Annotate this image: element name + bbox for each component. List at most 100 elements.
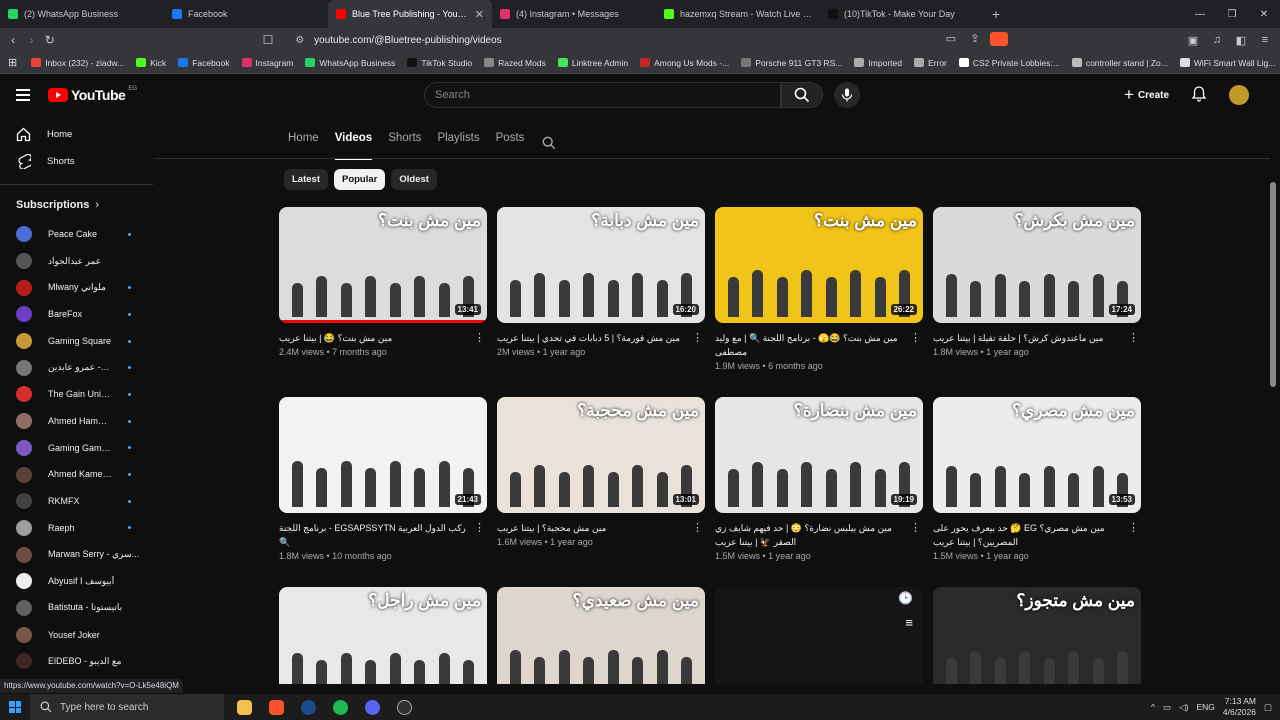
sidebar-subscription-item[interactable]: Gaming Gambler xyxy=(0,435,153,462)
bookmark-item[interactable]: Kick xyxy=(130,58,172,68)
menu-hamburger-icon[interactable] xyxy=(16,89,30,101)
video-thumbnail[interactable]: مين مش محجبة؟ 13:01 xyxy=(497,397,705,513)
video-title[interactable]: ركب الدول العربية EGSAPSSYTN - برنامج ال… xyxy=(279,521,487,549)
channel-tab[interactable]: Playlists xyxy=(437,132,479,154)
bookmark-item[interactable]: CS2 Private Lobbies:... xyxy=(953,58,1066,68)
language-indicator[interactable]: ENG xyxy=(1196,702,1214,712)
sidebar-subscription-item[interactable]: Yousef Joker xyxy=(0,621,153,648)
forward-icon[interactable]: › xyxy=(22,33,40,47)
tray-chevron-icon[interactable]: ^ xyxy=(1151,702,1155,712)
more-actions-icon[interactable]: ⋮ xyxy=(910,521,921,535)
video-title[interactable]: مين مش فورمة؟ | 5 دبابات في تحدي | بيتنا… xyxy=(497,331,705,345)
bookmark-item[interactable]: Linktree Admin xyxy=(552,58,634,68)
sidebar-subscription-item[interactable]: حكاوي - عمرو عابدين xyxy=(0,354,153,381)
file-explorer-icon[interactable] xyxy=(232,694,256,720)
more-actions-icon[interactable]: ⋮ xyxy=(910,331,921,345)
notifications-bell-icon[interactable] xyxy=(1191,86,1207,107)
back-icon[interactable]: ‹ xyxy=(4,33,22,47)
video-thumbnail[interactable]: مين مش بنت؟ 26:22 xyxy=(715,207,923,323)
sort-chip[interactable]: Popular xyxy=(333,169,386,190)
network-icon[interactable]: ▭ xyxy=(1163,702,1171,713)
notifications-icon[interactable]: ▢ xyxy=(1264,702,1272,713)
browser-tab[interactable]: Facebook xyxy=(164,0,328,28)
video-thumbnail[interactable]: مين مش دبابة؟ 16:20 xyxy=(497,207,705,323)
bookmark-item[interactable]: Facebook xyxy=(172,58,235,68)
sort-chip[interactable]: Latest xyxy=(284,169,328,190)
sidebar-subscription-item[interactable]: Abyusif I أبيوسف xyxy=(0,568,153,595)
video-card[interactable]: مين مش بكرش؟ 17:24 مين ماعندوش كرش؟ | حلقة… xyxy=(933,207,1141,359)
sort-chip[interactable]: Oldest xyxy=(391,169,437,190)
sidebar-subscription-item[interactable]: Peace Cake xyxy=(0,221,153,248)
voice-search-button[interactable] xyxy=(834,82,860,108)
taskbar-clock[interactable]: 7:13 AM 4/6/2026 xyxy=(1223,696,1256,718)
cast-icon[interactable]: ▭ xyxy=(942,32,960,49)
video-thumbnail[interactable]: مين مش متجوز؟18:10 xyxy=(933,587,1141,684)
sidebar-subscription-item[interactable]: BareFox xyxy=(0,301,153,328)
reload-icon[interactable]: ↻ xyxy=(41,33,59,47)
browser-tab[interactable]: (10)TikTok - Make Your Day xyxy=(820,0,984,28)
bookmark-item[interactable]: WhatsApp Business xyxy=(299,58,401,68)
bookmark-item[interactable]: controller stand | Zo... xyxy=(1066,58,1174,68)
video-card[interactable]: مين مش بنت؟ 13:41 مين مش بنت؟ 😂 | بيتنا عر… xyxy=(279,207,487,359)
spotify-icon[interactable] xyxy=(328,694,352,720)
brave-browser-icon[interactable] xyxy=(264,694,288,720)
watch-later-icon[interactable]: 🕒 xyxy=(898,591,913,605)
bookmark-item[interactable]: Imported xyxy=(848,58,908,68)
steam-icon[interactable] xyxy=(296,694,320,720)
bookmark-item[interactable]: Porsche 911 GT3 RS... xyxy=(735,58,848,68)
bookmark-item[interactable]: Error xyxy=(908,58,953,68)
sidebar-subscription-item[interactable]: ElDEBO - مع الديبو xyxy=(0,648,153,675)
close-window-icon[interactable]: ✕ xyxy=(1248,9,1280,20)
video-card[interactable]: مين مش بنت؟ 26:22 مين مش بنت؟ 😂🫣 - برنامج … xyxy=(715,207,923,373)
video-title[interactable]: مين مش بيلبس نضارة؟ 😳 | حد فيهم شايف زي … xyxy=(715,521,923,549)
sidebar-item-home[interactable]: Home xyxy=(0,121,153,148)
video-thumbnail[interactable]: مين مش بكرش؟ 17:24 xyxy=(933,207,1141,323)
bookmark-item[interactable]: WiFi Smart Wall Lig... xyxy=(1174,58,1280,68)
sidebar-subscription-item[interactable]: Ahmed Kamel - ل... xyxy=(0,461,153,488)
obs-icon[interactable] xyxy=(392,694,416,720)
minimize-icon[interactable]: — xyxy=(1184,9,1216,20)
sidebar-subscription-item[interactable]: The Gain Universe xyxy=(0,381,153,408)
bookmark-item[interactable]: Inbox (232) - ziadw... xyxy=(25,58,130,68)
url-field[interactable]: ⚙ youtube.com/@Bluetree-publishing/video… xyxy=(287,31,942,49)
sidebar-subscription-item[interactable]: Mlwany ملواني xyxy=(0,274,153,301)
sidebar-item-shorts[interactable]: Shorts xyxy=(0,148,153,175)
volume-icon[interactable]: ◁) xyxy=(1179,702,1188,713)
brave-shield-icon[interactable] xyxy=(990,31,1008,49)
apps-grid-icon[interactable]: ⊞ xyxy=(6,56,25,69)
more-actions-icon[interactable]: ⋮ xyxy=(474,521,485,535)
bookmark-icon[interactable]: ☐ xyxy=(259,33,277,47)
bookmark-item[interactable]: TikTok Studio xyxy=(401,58,478,68)
taskbar-search[interactable]: Type here to search xyxy=(30,694,224,720)
browser-tab[interactable]: (4) Instagram • Messages xyxy=(492,0,656,28)
video-card[interactable]: مين مش مصري؟ 13:53 مين مش مصري؟ EG 🤔 حد بي… xyxy=(933,397,1141,563)
video-card[interactable]: مين مش صعيدي؟17:00 xyxy=(497,587,705,684)
video-thumbnail[interactable]: 21:43 xyxy=(279,397,487,513)
search-input[interactable]: Search xyxy=(424,82,781,108)
video-thumbnail[interactable]: مين مش صعيدي؟17:00 xyxy=(497,587,705,684)
channel-tab[interactable]: Posts xyxy=(496,132,525,154)
account-avatar[interactable] xyxy=(1229,85,1249,105)
menu-icon[interactable]: ≡ xyxy=(1256,34,1274,47)
start-button[interactable] xyxy=(0,694,30,720)
more-actions-icon[interactable]: ⋮ xyxy=(692,521,703,535)
sidebar-toggle-icon[interactable]: ▣ xyxy=(1184,34,1202,47)
video-card[interactable]: مين مش دبابة؟ 16:20 مين مش فورمة؟ | 5 دباب… xyxy=(497,207,705,359)
browser-tab[interactable]: Blue Tree Publishing - YouTube ✕ xyxy=(328,0,492,28)
video-thumbnail[interactable]: مين مش مصري؟ 13:53 xyxy=(933,397,1141,513)
youtube-logo[interactable]: YouTube EG xyxy=(48,86,137,103)
search-button[interactable] xyxy=(781,82,823,108)
video-card[interactable]: 21:43 ركب الدول العربية EGSAPSSYTN - برنا… xyxy=(279,397,487,563)
video-title[interactable]: مين مش بنت؟ 😂 | بيتنا عريب ⋮ xyxy=(279,331,487,345)
sidebar-subscription-item[interactable]: Marwan Serry - سري... xyxy=(0,541,153,568)
share-icon[interactable]: ⇪ xyxy=(966,32,984,49)
video-title[interactable]: مين مش مصري؟ EG 🤔 حد بيعرف يحور على المص… xyxy=(933,521,1141,549)
video-thumbnail[interactable]: مين مش راجل؟9:43 xyxy=(279,587,487,684)
video-thumbnail[interactable]: مين مش بنضارة؟ 19:19 xyxy=(715,397,923,513)
site-info-icon[interactable]: ⚙ xyxy=(295,35,304,46)
video-card[interactable]: مين مش راجل؟9:43 xyxy=(279,587,487,684)
channel-search-icon[interactable] xyxy=(542,136,556,150)
sidebar-subscription-item[interactable]: Raeph xyxy=(0,515,153,542)
create-button[interactable]: + Create xyxy=(1124,83,1176,107)
video-title[interactable]: مين مش محجبة؟ | بيتنا عريب ⋮ xyxy=(497,521,705,535)
